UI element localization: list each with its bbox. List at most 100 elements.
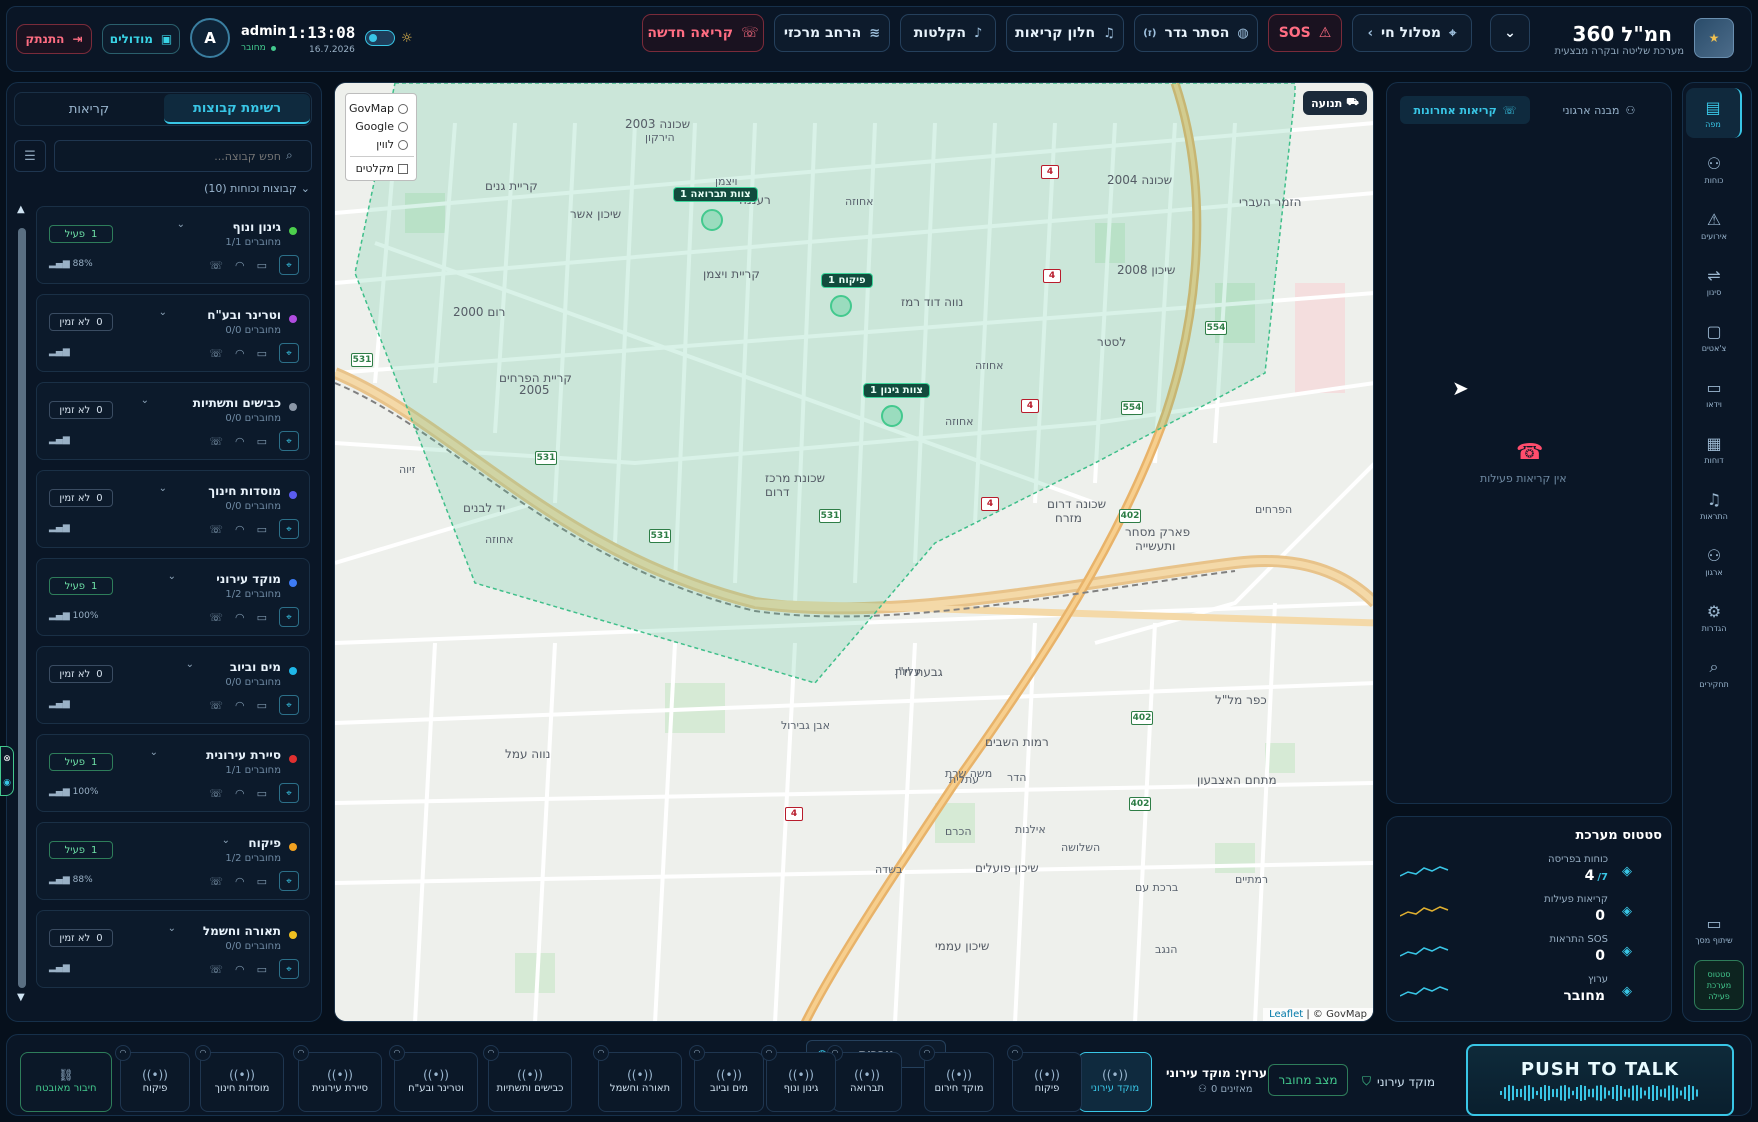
theme-toggle[interactable]: ☼ (365, 28, 419, 48)
headset-icon[interactable]: ◠ (919, 1045, 935, 1061)
team-label-inspection[interactable]: פיקוח 1 (821, 273, 873, 288)
chevron-down-icon[interactable]: ⌄ (222, 835, 230, 846)
hide-fence-button[interactable]: (ז) הסתר גדר ◍ (1134, 14, 1258, 52)
channel-button[interactable]: ◠ ((•)) סיירת עירונית (293, 1045, 382, 1112)
sidenav-item[interactable]: ▭ וידאו (1686, 368, 1742, 418)
headset-icon[interactable]: ◠ (235, 523, 245, 536)
push-to-talk-button[interactable]: PUSH TO TALK (1466, 1044, 1734, 1116)
toggle-switch[interactable] (365, 30, 395, 46)
group-card[interactable]: תאורה וחשמל ⌄ מחוברים 0/0 לא זמין 0 ▂▄▆ … (36, 910, 310, 988)
location-pin-icon[interactable]: ⌖ (279, 695, 299, 715)
sidenav-item[interactable]: ⚇ כוחות (1686, 144, 1742, 194)
groups-header[interactable]: ⌄ קבוצות וכוחות (10) (204, 182, 310, 195)
video-icon[interactable]: ▭ (257, 435, 267, 448)
video-icon[interactable]: ▭ (257, 875, 267, 888)
headset-icon[interactable]: ◠ (115, 1045, 131, 1061)
location-pin-icon[interactable]: ⌖ (279, 255, 299, 275)
left-edge-widget[interactable]: ⊗ ◉ (0, 746, 14, 796)
headset-icon[interactable]: ◠ (235, 347, 245, 360)
headset-icon[interactable]: ◠ (235, 963, 245, 976)
phone-icon[interactable]: ☏ (209, 787, 223, 800)
chevron-down-icon[interactable]: ⌄ (186, 659, 194, 670)
channel-button[interactable]: ((•)) מוקד עירוני (1078, 1052, 1152, 1112)
channel-button[interactable]: ◠ ((•)) פיקוח (1007, 1045, 1082, 1112)
video-icon[interactable]: ▭ (257, 611, 267, 624)
headset-icon[interactable]: ◠ (293, 1045, 309, 1061)
team-label-gardening[interactable]: צוות גינון 1 (863, 383, 930, 398)
headset-icon[interactable]: ◠ (235, 787, 245, 800)
channel-button[interactable]: ◠ ((•)) גינון ונוף (761, 1045, 836, 1112)
team-marker-sanitation[interactable] (701, 209, 723, 231)
group-card[interactable]: מים וביוב ⌄ מחוברים 0/0 לא זמין 0 ▂▄▆ ☏ … (36, 646, 310, 724)
group-card[interactable]: כבישים ותשתיות ⌄ מחוברים 0/0 לא זמין 0 ▂… (36, 382, 310, 460)
channel-button[interactable]: ◠ ((•)) פיקוח (115, 1045, 190, 1112)
sidenav-item[interactable]: ⇌ סינון (1686, 256, 1742, 306)
shelters-toggle[interactable]: מקלטים (356, 162, 408, 175)
video-icon[interactable]: ▭ (257, 523, 267, 536)
phone-icon[interactable]: ☏ (209, 435, 223, 448)
tab-org-structure[interactable]: מבנה ארגוני ⚇ (1536, 96, 1662, 124)
filter-button[interactable]: ☰ (14, 140, 46, 172)
layer-govmap[interactable]: GovMap (349, 102, 408, 115)
team-marker-inspection[interactable] (830, 295, 852, 317)
group-card[interactable]: גינון ונוף ⌄ מחוברים 1/1 פעיל 1 ▂▄▆ 88% … (36, 206, 310, 284)
layers-control[interactable]: GovMap Google לווין מקלטים (345, 93, 417, 181)
group-card[interactable]: מוקד עירוני ⌄ מחוברים 1/2 פעיל 1 ▂▄▆ 100… (36, 558, 310, 636)
phone-icon[interactable]: ☏ (209, 611, 223, 624)
chevron-down-icon[interactable]: ⌄ (141, 395, 149, 406)
new-call-button[interactable]: קריאה חדשה ☏ (642, 14, 764, 52)
phone-icon[interactable]: ☏ (209, 523, 223, 536)
sidenav-item[interactable]: ▦ דוחות (1686, 424, 1742, 474)
channel-button[interactable]: ⛓ חיבור מאובטח (20, 1052, 112, 1112)
channel-button[interactable]: ◠ ((•)) מוסדות חינוך (195, 1045, 284, 1112)
headset-icon[interactable]: ◠ (235, 259, 245, 272)
location-pin-icon[interactable]: ⌖ (279, 871, 299, 891)
layer-satellite[interactable]: לווין (376, 138, 408, 151)
headset-icon[interactable]: ◠ (389, 1045, 405, 1061)
location-pin-icon[interactable]: ⌖ (279, 959, 299, 979)
calls-window-button[interactable]: חלון קריאות ♫ (1006, 14, 1124, 52)
channel-button[interactable]: ◠ ((•)) מים וביוב (689, 1045, 764, 1112)
headset-icon[interactable]: ◠ (1007, 1045, 1023, 1061)
phone-icon[interactable]: ☏ (209, 259, 223, 272)
headset-icon[interactable]: ◠ (689, 1045, 705, 1061)
avatar[interactable]: A (190, 18, 230, 58)
traffic-button[interactable]: תנועה ⛟ (1303, 91, 1367, 115)
sidenav-item[interactable]: ⚙ הגדרות (1686, 592, 1742, 642)
team-label-sanitation[interactable]: צוות תברואה 1 (673, 187, 758, 202)
headset-icon[interactable]: ◠ (235, 611, 245, 624)
group-card[interactable]: מוסדות חינוך ⌄ מחוברים 0/0 לא זמין 0 ▂▄▆… (36, 470, 310, 548)
sidenav-item[interactable]: ▤ מפה (1686, 88, 1742, 138)
sos-button[interactable]: SOS ⚠ (1268, 14, 1342, 52)
channel-button[interactable]: ◠ ((•)) תברואה (827, 1045, 902, 1112)
tab-calls[interactable]: קריאות (16, 94, 162, 124)
phone-icon[interactable]: ☏ (209, 699, 223, 712)
sidenav-item[interactable]: ▢ צ'אטים (1686, 312, 1742, 362)
team-marker-gardening[interactable] (881, 405, 903, 427)
location-pin-icon[interactable]: ⌖ (279, 607, 299, 627)
leaflet-link[interactable]: Leaflet (1269, 1009, 1303, 1020)
video-icon[interactable]: ▭ (257, 347, 267, 360)
chevron-down-icon[interactable]: ⌄ (177, 219, 185, 230)
tab-groups-list[interactable]: רשימת קבוצות (164, 94, 310, 124)
location-pin-icon[interactable]: ⌖ (279, 519, 299, 539)
video-icon[interactable]: ▭ (257, 259, 267, 272)
sidenav-item[interactable]: ⌕ תחקירים (1686, 648, 1742, 698)
phone-icon[interactable]: ☏ (209, 875, 223, 888)
chevron-down-icon[interactable]: ⌄ (159, 307, 167, 318)
collapse-button[interactable]: ⌄ (1490, 14, 1530, 52)
chevron-down-icon[interactable]: ⌄ (168, 923, 176, 934)
sidenav-item[interactable]: ⚠ אירועים (1686, 200, 1742, 250)
central-area-button[interactable]: הרחב מרכזי ≋ (774, 14, 890, 52)
tab-recent-calls[interactable]: קריאות אחרונות ☏ (1400, 96, 1530, 124)
sidenav-item[interactable]: ♫ התראות (1686, 480, 1742, 530)
video-icon[interactable]: ▭ (257, 699, 267, 712)
video-icon[interactable]: ▭ (257, 787, 267, 800)
location-pin-icon[interactable]: ⌖ (279, 343, 299, 363)
channel-button[interactable]: ◠ ((•)) כבישים ותשתיות (483, 1045, 572, 1112)
modules-button[interactable]: מודולים ▣ (102, 24, 180, 54)
headset-icon[interactable]: ◠ (195, 1045, 211, 1061)
group-search-input[interactable] (54, 140, 312, 172)
headset-icon[interactable]: ◠ (235, 435, 245, 448)
groups-scrollbar[interactable]: ▲ ▼ (14, 204, 30, 1008)
